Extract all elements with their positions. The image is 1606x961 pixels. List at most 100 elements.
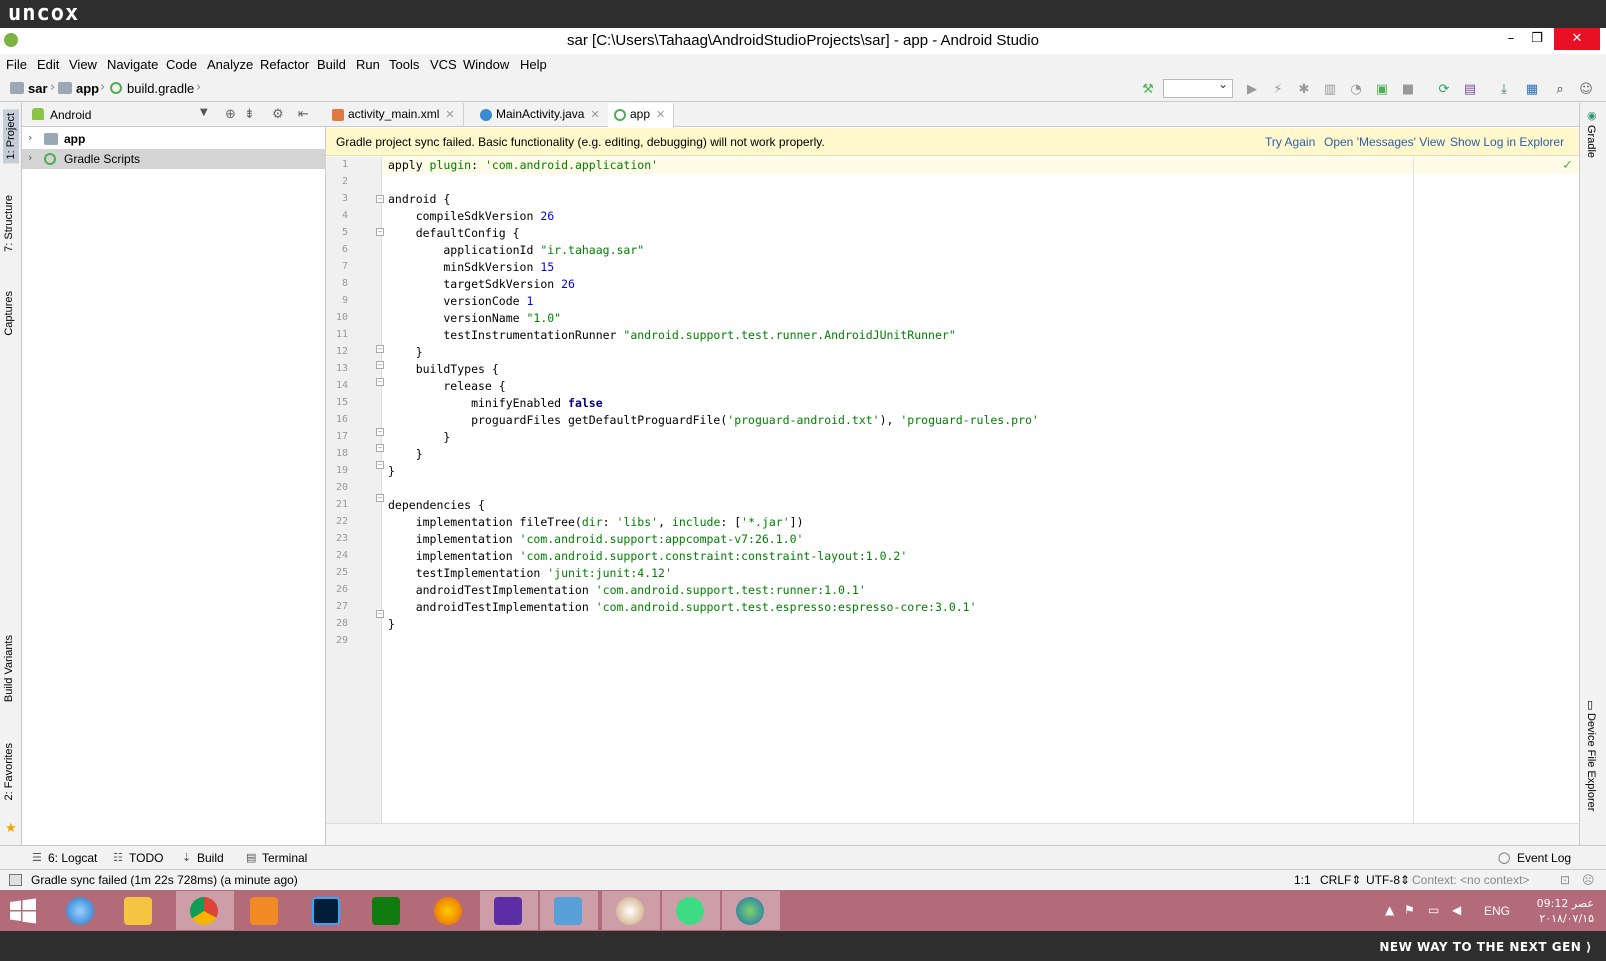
- menu-file[interactable]: File: [6, 57, 27, 72]
- run-configuration-select[interactable]: [1163, 77, 1233, 98]
- code-line[interactable]: }: [388, 446, 423, 463]
- tool-tab-favorites[interactable]: 2: Favorites: [3, 743, 15, 800]
- code-line[interactable]: testImplementation 'junit:junit:4.12': [388, 565, 672, 582]
- taskbar-paint[interactable]: [602, 891, 660, 930]
- menu-refactor[interactable]: Refactor: [260, 57, 309, 72]
- taskbar-store[interactable]: [358, 891, 416, 930]
- project-view-select[interactable]: Android: [50, 108, 91, 122]
- tray-network-icon[interactable]: ▭: [1428, 903, 1439, 917]
- code-line[interactable]: defaultConfig {: [388, 225, 520, 242]
- debug-icon[interactable]: ✱: [1296, 82, 1312, 98]
- collapse-all-icon[interactable]: ⇟: [244, 107, 255, 122]
- close-tab-icon[interactable]: ✕: [445, 109, 454, 121]
- menu-tools[interactable]: Tools: [389, 57, 419, 72]
- close-tab-icon[interactable]: ✕: [590, 109, 599, 121]
- taskbar-android-studio[interactable]: [662, 891, 720, 930]
- code-line[interactable]: androidTestImplementation 'com.android.s…: [388, 599, 977, 616]
- menu-help[interactable]: Help: [520, 57, 547, 72]
- code-line[interactable]: }: [388, 344, 423, 361]
- tool-tab-structure[interactable]: 7: Structure: [3, 195, 15, 252]
- code-line[interactable]: testInstrumentationRunner "android.suppo…: [388, 327, 955, 344]
- tray-overflow-icon[interactable]: ▲: [1385, 903, 1394, 917]
- run-icon[interactable]: ▶: [1244, 82, 1260, 98]
- menu-code[interactable]: Code: [166, 57, 197, 72]
- close-button[interactable]: ✕: [1554, 28, 1600, 50]
- code-line[interactable]: android {: [388, 191, 450, 208]
- fold-marker-icon[interactable]: −: [376, 228, 384, 236]
- fold-marker-icon[interactable]: −: [376, 428, 384, 436]
- encoding-select[interactable]: UTF-8⇕: [1366, 873, 1410, 887]
- tool-tab-device-file-explorer[interactable]: Device File Explorer: [1585, 713, 1597, 811]
- code-line[interactable]: implementation fileTree(dir: 'libs', inc…: [388, 514, 804, 531]
- code-line[interactable]: }: [388, 616, 395, 633]
- fold-marker-icon[interactable]: −: [376, 494, 384, 502]
- tool-tab-build-variants[interactable]: Build Variants: [3, 635, 15, 702]
- input-language[interactable]: ENG: [1484, 904, 1510, 918]
- caret-position[interactable]: 1:1: [1294, 873, 1311, 887]
- dropdown-arrow-icon[interactable]: ▼: [200, 107, 208, 118]
- menu-run[interactable]: Run: [356, 57, 380, 72]
- fold-marker-icon[interactable]: −: [376, 378, 384, 386]
- line-separator-select[interactable]: CRLF⇕: [1320, 873, 1361, 887]
- tool-tab-todo[interactable]: TODO: [129, 851, 163, 865]
- menu-navigate[interactable]: Navigate: [107, 57, 158, 72]
- code-line[interactable]: applicationId "ir.tahaag.sar": [388, 242, 644, 259]
- fold-marker-icon[interactable]: −: [376, 610, 384, 618]
- code-editor[interactable]: 1 2 3 4 5 6 7 8 9 10 11 12 13 14 15 16 17 18 19 20 21 22 23 24 2…: [326, 157, 1579, 823]
- code-line[interactable]: versionCode 1: [388, 293, 533, 310]
- close-tab-icon[interactable]: ✕: [656, 109, 665, 121]
- inspector-icon[interactable]: ☹: [1582, 873, 1595, 887]
- tray-flag-icon[interactable]: ⚑: [1404, 903, 1415, 917]
- tool-tab-gradle[interactable]: Gradle: [1585, 125, 1597, 158]
- code-line[interactable]: minifyEnabled false: [388, 395, 603, 412]
- tab-mainactivity-java[interactable]: MainActivity.java ✕: [474, 103, 609, 127]
- settings-gear-icon[interactable]: ⚙: [272, 107, 284, 122]
- tool-tab-logcat[interactable]: 6: Logcat: [48, 851, 97, 865]
- taskbar-photoshop[interactable]: [298, 891, 356, 930]
- code-line[interactable]: }: [388, 429, 450, 446]
- show-log-link[interactable]: Show Log in Explorer: [1450, 135, 1564, 149]
- menu-analyze[interactable]: Analyze: [207, 57, 253, 72]
- tool-tab-terminal[interactable]: Terminal: [262, 851, 307, 865]
- fold-marker-icon[interactable]: −: [376, 444, 384, 452]
- stop-icon[interactable]: ■: [1400, 82, 1416, 98]
- menu-build[interactable]: Build: [317, 57, 346, 72]
- tool-tab-captures[interactable]: Captures: [3, 291, 15, 336]
- menu-vcs[interactable]: VCS: [430, 57, 457, 72]
- fold-marker-icon[interactable]: −: [376, 461, 384, 469]
- taskbar-firefox[interactable]: [420, 891, 478, 930]
- try-again-link[interactable]: Try Again: [1265, 135, 1315, 149]
- code-line[interactable]: versionName "1.0": [388, 310, 561, 327]
- horizontal-scrollbar[interactable]: [326, 823, 1579, 845]
- search-icon[interactable]: ⌕: [1552, 82, 1568, 98]
- code-line[interactable]: implementation 'com.android.support:appc…: [388, 531, 804, 548]
- open-messages-link[interactable]: Open 'Messages' View: [1324, 135, 1445, 149]
- toggle-tool-windows-icon[interactable]: [9, 874, 22, 886]
- breadcrumb-file[interactable]: build.gradle: [127, 81, 194, 96]
- code-line[interactable]: implementation 'com.android.support.cons…: [388, 548, 908, 565]
- taskbar-settings[interactable]: [480, 891, 538, 930]
- code-line[interactable]: androidTestImplementation 'com.android.s…: [388, 582, 866, 599]
- expand-arrow-icon[interactable]: ›: [28, 151, 32, 164]
- code-line[interactable]: minSdkVersion 15: [388, 259, 554, 276]
- tool-tab-event-log[interactable]: Event Log: [1517, 851, 1571, 865]
- avd-manager-icon[interactable]: ▤: [1462, 82, 1478, 98]
- coverage-icon[interactable]: ▥: [1322, 82, 1338, 98]
- tree-item-app[interactable]: › app: [22, 129, 326, 149]
- fold-marker-icon[interactable]: −: [376, 195, 384, 203]
- apply-changes-icon[interactable]: ⚡: [1270, 82, 1286, 98]
- tool-tab-build[interactable]: Build: [197, 851, 224, 865]
- attach-debugger-icon[interactable]: ▣: [1374, 82, 1390, 98]
- profile-icon[interactable]: ◔: [1348, 82, 1364, 98]
- tray-volume-icon[interactable]: ◀: [1452, 903, 1461, 917]
- code-line[interactable]: dependencies {: [388, 497, 485, 514]
- menu-window[interactable]: Window: [463, 57, 509, 72]
- fold-marker-icon[interactable]: −: [376, 361, 384, 369]
- breadcrumb-module[interactable]: app: [76, 81, 99, 96]
- hide-pane-icon[interactable]: ⇤: [298, 107, 309, 122]
- fold-marker-icon[interactable]: −: [376, 345, 384, 353]
- tab-activity-main-xml[interactable]: activity_main.xml ✕: [326, 103, 464, 127]
- taskbar-file-explorer[interactable]: [110, 891, 168, 930]
- tree-item-gradle-scripts[interactable]: › Gradle Scripts: [22, 149, 326, 169]
- make-project-hammer-icon[interactable]: ⚒: [1140, 82, 1156, 98]
